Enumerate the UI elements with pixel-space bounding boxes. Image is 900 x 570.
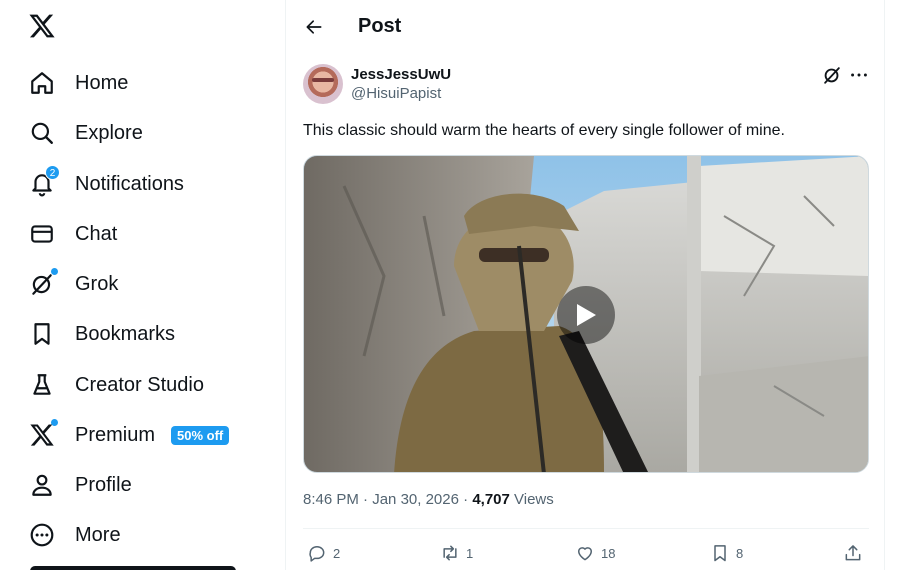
nav-more-label: More xyxy=(75,523,121,546)
bookmark-count: 8 xyxy=(736,545,744,561)
back-arrow-icon[interactable] xyxy=(300,13,328,41)
nav-chat[interactable]: Chat xyxy=(28,214,117,254)
page-title: Post xyxy=(358,15,402,37)
nav-notifications[interactable]: 2 Notifications xyxy=(28,164,184,204)
nav-creator-studio-label: Creator Studio xyxy=(75,373,204,396)
reply-button[interactable]: 2 xyxy=(307,540,340,566)
nav-home-label: Home xyxy=(75,71,129,94)
nav-profile[interactable]: Profile xyxy=(28,465,132,505)
share-button[interactable] xyxy=(843,540,863,566)
nav-notifications-label: Notifications xyxy=(75,172,184,195)
x-logo-icon[interactable] xyxy=(28,12,58,42)
reply-icon xyxy=(309,546,325,562)
x-logo-icon xyxy=(28,419,58,449)
like-button[interactable]: 18 xyxy=(575,540,615,566)
bell-icon: 2 xyxy=(28,165,60,198)
heart-icon xyxy=(578,547,592,561)
post-time[interactable]: 8:46 PM xyxy=(303,491,359,508)
author-handle[interactable]: @HisuiPapist xyxy=(351,84,451,104)
post-actions: 2 1 18 8 xyxy=(303,540,869,566)
author-display-name[interactable]: JessJessUwU xyxy=(351,65,451,84)
play-icon[interactable] xyxy=(557,286,615,344)
nav-explore[interactable]: Explore xyxy=(28,113,143,153)
grok-new-dot xyxy=(51,268,58,275)
left-sidebar: Home Explore 2 Notifications Chat Grok B… xyxy=(0,0,286,570)
nav-more[interactable]: More xyxy=(28,515,121,555)
views-count: 4,707 xyxy=(472,491,510,508)
post-text: This classic should warm the hearts of e… xyxy=(303,122,785,139)
post-metadata: 8:46 PM · Jan 30, 2026 · 4,707 Views xyxy=(303,491,554,508)
mail-icon xyxy=(28,220,56,248)
avatar[interactable] xyxy=(303,64,343,104)
premium-new-dot xyxy=(51,419,58,426)
person-icon xyxy=(28,471,56,499)
nav-bookmarks[interactable]: Bookmarks xyxy=(28,314,175,354)
search-icon xyxy=(28,119,56,147)
post-header: Post xyxy=(286,0,886,53)
more-options-icon[interactable] xyxy=(848,64,870,86)
nav-creator-studio[interactable]: Creator Studio xyxy=(28,365,204,405)
bookmark-button[interactable]: 8 xyxy=(710,540,743,566)
more-circle-icon xyxy=(28,521,56,549)
flask-icon xyxy=(28,371,56,399)
post-video[interactable] xyxy=(303,155,869,473)
nav-home[interactable]: Home xyxy=(28,63,128,103)
repost-icon xyxy=(443,545,457,561)
home-icon xyxy=(28,69,56,97)
share-icon xyxy=(845,545,861,561)
nav-grok[interactable]: Grok xyxy=(28,264,118,304)
grok-explain-icon[interactable] xyxy=(821,64,843,86)
like-count: 18 xyxy=(601,545,616,561)
post-detail-column: Post JessJessUwU @HisuiPapist This class… xyxy=(285,0,885,570)
nav-bookmarks-label: Bookmarks xyxy=(75,322,176,345)
post-button[interactable] xyxy=(30,566,236,570)
repost-button[interactable]: 1 xyxy=(440,540,473,566)
nav-chat-label: Chat xyxy=(75,222,118,245)
divider xyxy=(303,528,869,529)
grok-icon xyxy=(28,268,58,298)
notification-count-badge: 2 xyxy=(45,165,60,180)
nav-profile-label: Profile xyxy=(75,473,132,496)
nav-premium-label: Premium xyxy=(75,423,156,446)
post-date[interactable]: Jan 30, 2026 xyxy=(372,491,459,508)
bookmark-icon xyxy=(28,320,56,348)
repost-count: 1 xyxy=(466,545,474,561)
nav-explore-label: Explore xyxy=(75,121,143,144)
views-label: Views xyxy=(509,491,554,508)
bookmark-icon xyxy=(714,545,726,562)
reply-count: 2 xyxy=(333,545,341,561)
nav-premium[interactable]: Premium 50% off xyxy=(28,415,230,455)
nav-grok-label: Grok xyxy=(75,272,119,295)
post-author: JessJessUwU @HisuiPapist xyxy=(303,64,451,104)
premium-discount-badge: 50% off xyxy=(171,425,230,445)
